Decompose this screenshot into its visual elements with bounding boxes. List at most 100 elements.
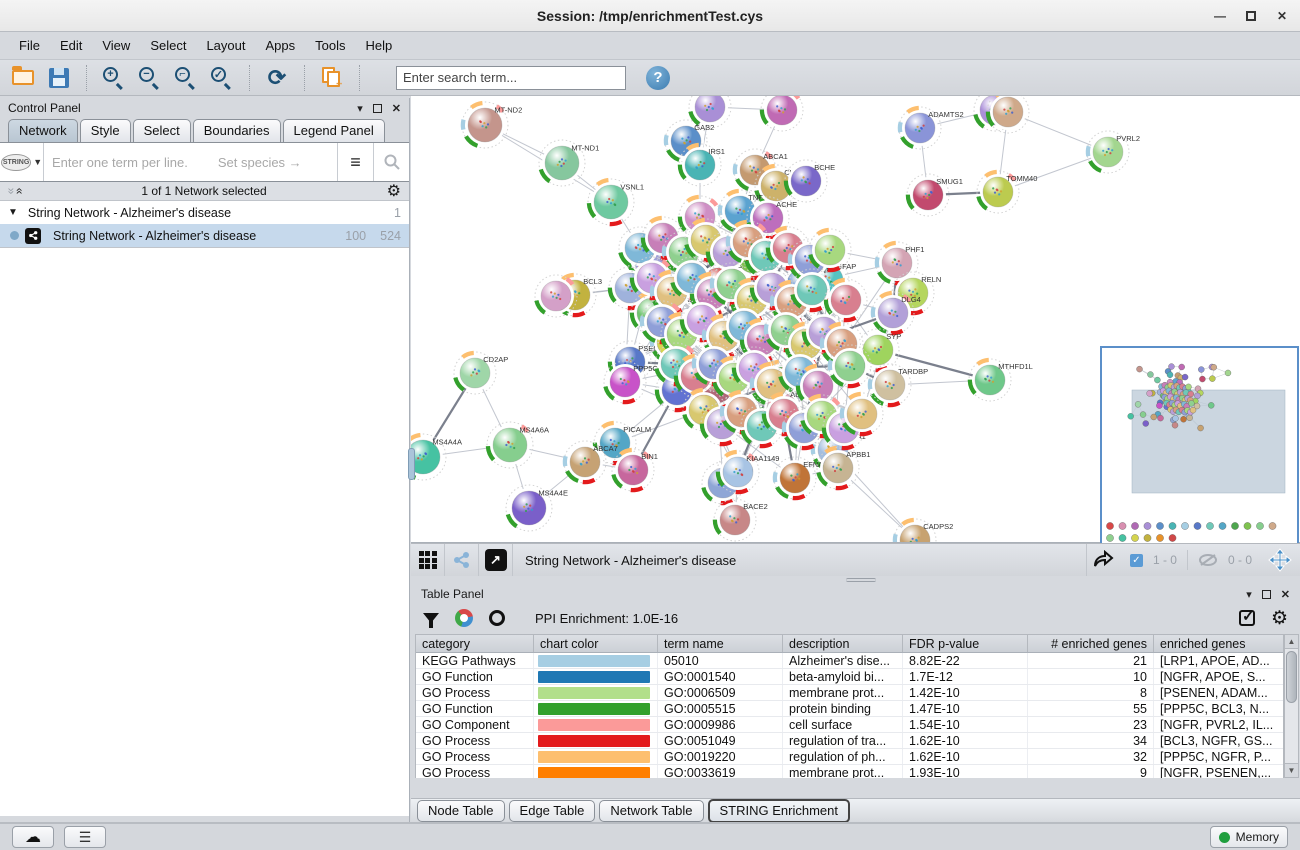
tab-style[interactable]: Style — [80, 119, 131, 142]
table-panel-float-icon[interactable] — [1262, 590, 1271, 599]
menu-edit[interactable]: Edit — [51, 35, 91, 56]
pan-move-icon[interactable] — [1268, 548, 1292, 572]
table-row[interactable]: GO ComponentGO:0009986cell surface1.54E-… — [416, 717, 1283, 733]
close-icon[interactable]: ✕ — [1274, 9, 1290, 23]
menu-select[interactable]: Select — [141, 35, 195, 56]
table-panel-menu-icon[interactable]: ▾ — [1246, 588, 1252, 601]
node-label: DLG4 — [901, 295, 921, 304]
graph-node[interactable]: MT-ND2 — [454, 96, 522, 156]
tree-expander-icon[interactable]: ▼ — [8, 207, 18, 218]
table-row[interactable]: GO ProcessGO:0006509membrane prot...1.42… — [416, 685, 1283, 701]
tab-network[interactable]: Network — [8, 119, 78, 142]
horizontal-splitter[interactable] — [411, 576, 1300, 584]
table-row[interactable]: GO FunctionGO:0005515protein binding1.47… — [416, 701, 1283, 717]
tab-network-table[interactable]: Network Table — [599, 800, 703, 822]
graph-node[interactable]: PVRL2 — [1082, 126, 1140, 177]
graph-node[interactable]: TOMM40 — [970, 164, 1037, 220]
search-input[interactable] — [396, 66, 626, 90]
task-list-button[interactable]: ☰ — [64, 826, 106, 848]
maximize-icon[interactable] — [1246, 11, 1256, 21]
selected-count-icon[interactable]: ✓ — [1130, 554, 1143, 567]
float-panel-icon[interactable] — [373, 104, 382, 113]
tab-select[interactable]: Select — [133, 119, 191, 142]
menu-help[interactable]: Help — [357, 35, 402, 56]
string-search-button[interactable] — [373, 143, 409, 181]
menu-tools[interactable]: Tools — [306, 35, 354, 56]
graph-node[interactable]: CADPS2 — [887, 512, 953, 543]
table-row[interactable]: GO ProcessGO:0051049regulation of tra...… — [416, 733, 1283, 749]
table-panel-close-icon[interactable]: ✕ — [1281, 588, 1290, 601]
graph-node[interactable]: MS4A6A — [479, 414, 549, 476]
column-header-description[interactable]: description — [783, 635, 903, 652]
table-row[interactable]: GO FunctionGO:0001540beta-amyloid bi...1… — [416, 669, 1283, 685]
enrichment-settings-gear-icon[interactable]: ⚙ — [1271, 607, 1288, 630]
select-rows-icon[interactable] — [1239, 610, 1255, 626]
open-session-button[interactable] — [8, 64, 38, 92]
network-options-gear-icon[interactable]: ⚙ — [387, 181, 401, 201]
tab-node-table[interactable]: Node Table — [417, 800, 505, 822]
graph-node[interactable]: CD2AP — [447, 345, 508, 401]
tab-edge-table[interactable]: Edge Table — [509, 800, 596, 822]
menu-apps[interactable]: Apps — [257, 35, 305, 56]
zoom-selected-button[interactable]: ✓ — [207, 64, 237, 92]
string-options-button[interactable]: ≡ — [337, 143, 373, 181]
table-scrollbar[interactable]: ▲ ▼ — [1284, 634, 1299, 778]
clear-chart-icon[interactable] — [489, 610, 505, 626]
birdseye-view[interactable] — [1100, 346, 1299, 545]
string-protein-query-selector[interactable]: STRING ▼ — [0, 143, 44, 181]
column-header-chart-color[interactable]: chart color — [534, 635, 658, 652]
zoom-in-button[interactable]: + — [99, 64, 129, 92]
column-header--enriched-genes[interactable]: # enriched genes — [1028, 635, 1154, 652]
graph-node[interactable]: MS4A4E — [498, 477, 568, 538]
cloud-button[interactable]: ☁ — [12, 826, 54, 848]
column-header-category[interactable]: category — [416, 635, 534, 652]
panel-splitter-handle[interactable] — [408, 448, 415, 480]
network-tree-row[interactable]: ▼String Network - Alzheimer's disease1 — [0, 201, 409, 224]
menu-layout[interactable]: Layout — [197, 35, 254, 56]
chart-color-icon[interactable] — [455, 609, 473, 627]
cell-genes: [PPP5C, NGFR, P... — [1154, 749, 1279, 764]
graph-node[interactable]: VSNL1 — [580, 171, 644, 233]
column-header-term-name[interactable]: term name — [658, 635, 783, 652]
help-icon[interactable]: ? — [646, 66, 670, 90]
color-swatch — [538, 719, 650, 731]
tab-string-enrichment[interactable]: STRING Enrichment — [708, 799, 850, 823]
table-row[interactable]: GO ProcessGO:0033619membrane prot...1.93… — [416, 765, 1283, 778]
close-panel-icon[interactable]: ✕ — [392, 102, 401, 115]
export-network-button[interactable] — [1086, 544, 1120, 577]
panel-menu-icon[interactable]: ▾ — [357, 102, 363, 115]
cell-term-name: 05010 — [658, 653, 783, 668]
hidden-eye-icon[interactable] — [1198, 553, 1218, 567]
column-header-fdr-p-value[interactable]: FDR p-value — [903, 635, 1028, 652]
detach-view-button[interactable]: ↗ — [479, 544, 513, 577]
table-row[interactable]: KEGG Pathways05010Alzheimer's dise...8.8… — [416, 653, 1283, 669]
string-share-button[interactable] — [445, 544, 479, 577]
table-row[interactable]: GO ProcessGO:0019220regulation of ph...1… — [416, 749, 1283, 765]
node-label: KIAA1149 — [746, 454, 779, 463]
column-header-enriched-genes[interactable]: enriched genes — [1154, 635, 1279, 652]
minimize-icon[interactable]: — — [1212, 9, 1228, 23]
save-session-button[interactable] — [44, 64, 74, 92]
tab-boundaries[interactable]: Boundaries — [193, 119, 281, 142]
menu-file[interactable]: File — [10, 35, 49, 56]
scroll-up-icon[interactable]: ▲ — [1285, 635, 1298, 649]
zoom-out-button[interactable]: − — [135, 64, 165, 92]
grid-view-button[interactable] — [411, 544, 445, 577]
graph-node[interactable]: ADAMTS2 — [892, 100, 964, 156]
graph-node[interactable]: ABCA7 — [558, 435, 618, 489]
scrollbar-thumb[interactable] — [1286, 651, 1297, 703]
filter-icon[interactable] — [423, 613, 439, 623]
string-query-input[interactable]: Enter one term per line. Set species → — [44, 143, 337, 181]
expand-all-icon[interactable]: » — [11, 188, 25, 195]
clone-network-button[interactable]: ∴ — [317, 64, 347, 92]
graph-node[interactable]: MTHFD1L — [962, 352, 1033, 408]
tab-legend-panel[interactable]: Legend Panel — [283, 119, 385, 142]
scroll-down-icon[interactable]: ▼ — [1285, 763, 1298, 777]
network-tree-row[interactable]: String Network - Alzheimer's disease1005… — [0, 224, 409, 247]
refresh-button[interactable]: ⟳ — [262, 64, 292, 92]
menu-view[interactable]: View — [93, 35, 139, 56]
zoom-fit-button[interactable]: ⌐ — [171, 64, 201, 92]
graph-node[interactable] — [754, 96, 810, 138]
memory-button[interactable]: Memory — [1210, 826, 1288, 848]
cell-fdr: 1.47E-10 — [903, 701, 1028, 716]
